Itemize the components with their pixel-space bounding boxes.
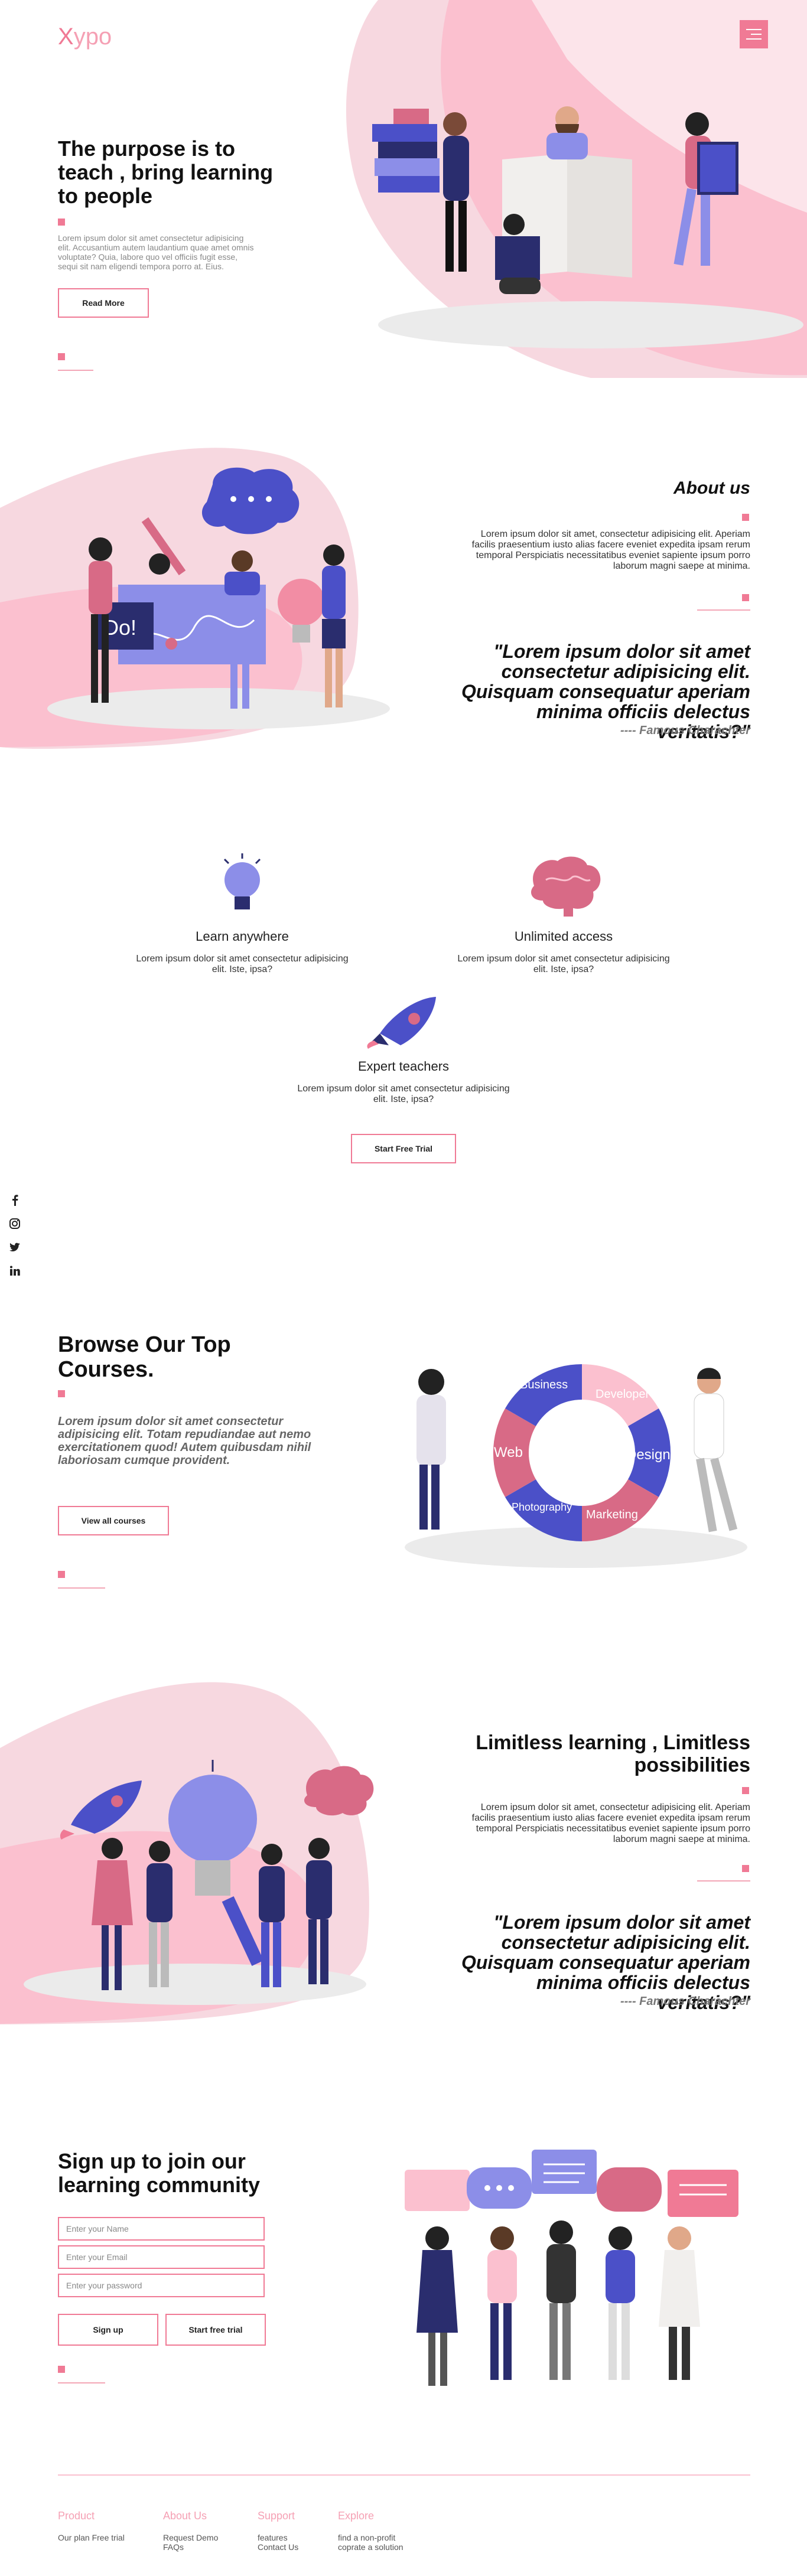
feature-title: Learn anywhere [196,929,289,944]
feature-text: Lorem ipsum dolor sit amet consectetur a… [457,954,670,974]
rocket-icon [367,997,436,1049]
footer-heading: Support [258,2510,295,2522]
wheel-label-business: Business [520,1378,568,1391]
decor-line [697,609,750,611]
start-free-trial-button[interactable]: Start Free Trial [351,1134,456,1163]
footer-link[interactable]: Request Demo [163,2533,218,2542]
wheel-label-photography: Photography [512,1501,572,1513]
wheel-label-developer: Developer [596,1388,650,1401]
decor-square [58,1390,65,1397]
read-more-button[interactable]: Read More [58,288,149,318]
courses-text: Lorem ipsum dolor sit amet consectetur a… [58,1415,311,1467]
brain-icon [531,856,601,917]
limitless-text: Lorem ipsum dolor sit amet, consectetur … [471,1802,750,1844]
footer-column-product: Product Our plan Free trial [58,2510,125,2542]
brand-logo[interactable]: Xypo [58,24,112,50]
decor-square [742,594,749,601]
limitless-quote-author: ---- Famous Charachter [620,1995,750,2008]
decor-line [697,1880,750,1882]
feature-text: Lorem ipsum dolor sit amet consectetur a… [136,954,349,974]
footer-column-about: About Us Request Demo FAQs [163,2510,218,2552]
menu-icon-line [751,34,762,35]
footer-heading: About Us [163,2510,207,2522]
start-free-trial-signup-button[interactable]: Start free trial [165,2314,266,2346]
feature-card-access: Unlimited access Lorem ipsum dolor sit a… [457,850,670,975]
decor-square [742,1787,749,1794]
footer-link[interactable]: FAQs [163,2542,218,2552]
footer-divider [58,2474,750,2476]
sign-up-button[interactable]: Sign up [58,2314,158,2346]
view-all-courses-button[interactable]: View all courses [58,1506,169,1535]
feature-title: Unlimited access [514,929,613,944]
menu-icon-line [746,38,762,40]
instagram-icon[interactable] [8,1217,22,1231]
footer-column-explore: Explore find a non-profit coprate a solu… [338,2510,403,2552]
signup-title: Sign up to join our learning community [58,2149,261,2197]
wheel-label-marketing: Marketing [586,1508,638,1521]
hero-illustration [372,106,738,294]
about-illustration: Do! [89,467,346,709]
decor-square [58,2366,65,2373]
hero-text: Lorem ipsum dolor sit amet consectetur a… [58,233,254,271]
decor-line [58,370,93,371]
wheel-label-design: Design [626,1447,671,1463]
decor-line [58,1587,105,1589]
logo-x: X [58,24,74,50]
footer-heading: Explore [338,2510,375,2522]
wheel-label-web: Web [494,1444,523,1460]
footer-link[interactable]: find a non-profit [338,2533,403,2542]
courses-title: Browse Our Top Courses. [58,1332,231,1382]
name-field[interactable]: Enter your Name [58,2217,265,2241]
decor-line [58,2382,105,2383]
decor-square [742,514,749,521]
twitter-icon[interactable] [8,1240,22,1254]
footer-link[interactable]: coprate a solution [338,2542,403,2552]
decor-square [58,353,65,360]
decor-square [58,1571,65,1578]
community-illustration [405,2150,738,2386]
about-title: About us [673,478,750,498]
decor-square [58,219,65,226]
logo-text: ypo [73,24,112,50]
footer-heading: Product [58,2510,95,2522]
courses-illustration [405,1364,747,1568]
menu-button[interactable] [740,20,768,48]
decor-square [742,1865,749,1872]
feature-card-teachers: Expert teachers Lorem ipsum dolor sit am… [297,992,510,1105]
footer-link[interactable]: Contact Us [258,2542,298,2552]
feature-text: Lorem ipsum dolor sit amet consectetur a… [297,1084,510,1104]
limitless-illustration [60,1760,374,1990]
feature-title: Expert teachers [357,1059,450,1074]
footer-link[interactable]: Our plan Free trial [58,2533,125,2542]
hero-title: The purpose is to teach , bring learning… [58,136,274,208]
feature-card-learn: Learn anywhere Lorem ipsum dolor sit ame… [136,850,349,975]
lightbulb-icon [223,853,261,909]
password-field[interactable]: Enter your password [58,2274,265,2297]
about-text: Lorem ipsum dolor sit amet, consectetur … [471,529,750,571]
facebook-icon[interactable] [8,1193,22,1207]
footer-column-support: Support features Contact Us [258,2510,298,2552]
email-field[interactable]: Enter your Email [58,2245,265,2269]
about-quote-author: ---- Famous Charachter [620,724,750,737]
linkedin-icon[interactable] [8,1264,22,1278]
menu-icon [746,29,762,30]
footer-link[interactable]: features [258,2533,298,2542]
limitless-title: Limitless learning , Limitless possibili… [476,1732,750,1776]
